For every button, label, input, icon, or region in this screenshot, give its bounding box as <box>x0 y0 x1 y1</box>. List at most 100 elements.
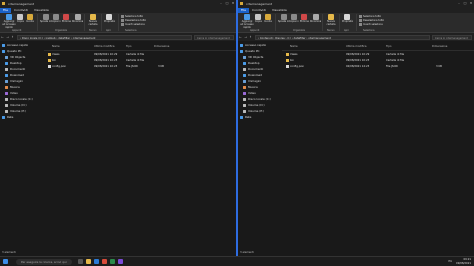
copy-button[interactable]: Copia <box>17 14 24 24</box>
file-list: Nome Ultima modifica Tipo Dimensione Vie… <box>282 42 474 250</box>
nav-item-label: Volume (D:) <box>10 103 27 107</box>
column-header-date[interactable]: Ultima modifica <box>94 45 114 48</box>
invert-selection-button[interactable]: Inverti selezione <box>121 23 145 26</box>
nav-item-label: Musica <box>10 85 20 89</box>
group-label-select: Seleziona <box>125 29 137 32</box>
file-icon <box>286 65 289 68</box>
explorer-window-right: cdwmanagement – □ ✕ File Condividi Visua… <box>238 0 474 256</box>
file-name: bin <box>290 59 295 62</box>
ribbon: Aggiungi ad Accesso rapido Copia Incolla… <box>0 13 236 33</box>
paste-button[interactable]: Incolla <box>264 14 272 24</box>
file-date: 09/08/2021 10:29 <box>346 53 370 56</box>
file-row[interactable]: Views 09/08/2021 10:29 Cartella di file <box>44 52 236 57</box>
paste-button[interactable]: Incolla <box>26 14 34 24</box>
app-icon[interactable] <box>102 259 107 264</box>
title-bar[interactable]: cdwmanagement – □ ✕ <box>0 0 236 7</box>
file-row[interactable]: bin 09/08/2021 10:23 Cartella di file <box>282 58 474 63</box>
address-bar[interactable]: › Contenuti › Risorse › C:\ › datafilter… <box>255 34 430 40</box>
nav-item-icon <box>5 67 8 71</box>
nav-item-label: Video <box>248 91 256 95</box>
file-row[interactable]: bin 09/08/2021 10:23 Cartella di file <box>44 58 236 63</box>
window-title: cdwmanagement <box>8 1 35 6</box>
nav-item-icon <box>5 61 8 65</box>
nav-item-label: Musica <box>248 85 258 89</box>
group-label-organize: Organizza <box>55 29 67 32</box>
file-icon <box>48 65 51 68</box>
select-none-button[interactable]: Deseleziona tutto <box>359 19 384 22</box>
app-icon[interactable] <box>110 259 115 264</box>
file-type: Cartella di file <box>126 53 145 56</box>
select-all-button[interactable]: Seleziona tutto <box>121 15 143 18</box>
nav-item-label: Disco locale (C:) <box>10 97 33 101</box>
nav-item-icon <box>243 109 246 113</box>
up-arrow-icon[interactable]: ↑ <box>10 35 15 39</box>
file-row[interactable]: config.json 09/08/2021 10:23 File JSON 3 KB <box>44 64 236 69</box>
pin-quick-access-button[interactable]: Aggiungi ad Accesso rapido <box>240 14 254 29</box>
close-button[interactable]: ✕ <box>468 0 474 7</box>
select-all-button[interactable]: Seleziona tutto <box>359 15 381 18</box>
move-to-button[interactable]: Sposta in <box>40 14 51 24</box>
app-icon[interactable] <box>118 259 123 264</box>
file-date: 02/08/2021 14:23 <box>346 65 370 68</box>
copy-to-button[interactable]: Copia in <box>51 14 61 24</box>
new-folder-button[interactable]: Nuova cartella <box>325 14 337 27</box>
new-folder-button[interactable]: Nuova cartella <box>87 14 99 27</box>
select-none-icon <box>121 19 124 22</box>
file-row[interactable]: Views 09/08/2021 10:29 Cartella di file <box>282 52 474 57</box>
file-explorer-icon[interactable] <box>86 259 91 264</box>
folder-icon <box>48 53 51 56</box>
delete-button[interactable]: Elimina <box>62 14 71 24</box>
copy-button[interactable]: Copia <box>255 14 262 24</box>
file-row[interactable]: config.json 02/08/2021 14:23 File JSON 3 KB <box>282 64 474 69</box>
invert-selection-button[interactable]: Inverti selezione <box>359 23 383 26</box>
file-name: Views <box>52 53 60 56</box>
title-bar[interactable]: cdwmanagement – □ ✕ <box>238 0 474 7</box>
column-header-size[interactable]: Dimensione <box>432 45 447 48</box>
nav-item-icon <box>243 73 246 77</box>
column-header-date[interactable]: Ultima modifica <box>346 45 366 48</box>
search-input[interactable]: Cerca in cdwmanagement <box>194 34 234 40</box>
address-bar[interactable]: › Disco locale (C:) › inetpub › datafilt… <box>17 34 192 40</box>
taskbar-search-input[interactable]: Per eseguire la ricerca, scrivi qui <box>16 259 72 265</box>
select-none-button[interactable]: Deseleziona tutto <box>121 19 146 22</box>
nav-item-label: Desktop <box>10 61 22 65</box>
column-header-type[interactable]: Tipo <box>386 45 391 48</box>
windows-start-icon[interactable] <box>3 259 8 264</box>
nav-item-label: 3D Objects <box>248 55 264 59</box>
rename-button[interactable]: Rinomina <box>310 14 321 24</box>
column-header-type[interactable]: Tipo <box>126 45 131 48</box>
file-date: 09/08/2021 10:23 <box>94 65 118 68</box>
column-header-name[interactable]: Nome <box>290 45 298 48</box>
properties-button[interactable]: Proprietà <box>342 14 353 24</box>
rename-button[interactable]: Rinomina <box>72 14 83 24</box>
nav-item-icon <box>243 79 246 83</box>
column-header-name[interactable]: Nome <box>52 45 60 48</box>
folder-icon <box>2 2 5 5</box>
nav-item-label: Questo PC <box>7 49 22 53</box>
task-view-icon[interactable] <box>78 259 83 264</box>
explorer-window-left: cdwmanagement – □ ✕ File Condividi Visua… <box>0 0 236 256</box>
nav-item-label: Volume (E:) <box>10 109 27 113</box>
file-type: Cartella di file <box>386 53 405 56</box>
nav-item-icon <box>5 97 8 101</box>
search-input[interactable]: Cerca in cdwmanagement <box>432 34 472 40</box>
copy-to-button[interactable]: Copia in <box>289 14 299 24</box>
properties-button[interactable]: Proprietà <box>104 14 115 24</box>
up-arrow-icon[interactable]: ↑ <box>248 35 253 39</box>
file-type: Cartella di file <box>386 59 405 62</box>
file-size: 3 KB <box>436 65 442 68</box>
ribbon: Aggiungi ad Accesso rapido Copia Incolla… <box>238 13 474 33</box>
move-to-button[interactable]: Sposta in <box>278 14 289 24</box>
nav-item[interactable]: Rete <box>238 114 281 120</box>
file-list: Nome Ultima modifica Tipo Dimensione Vie… <box>44 42 236 250</box>
language-indicator[interactable]: ITA <box>448 260 452 263</box>
nav-item-icon <box>5 55 8 59</box>
column-header-size[interactable]: Dimensione <box>154 45 169 48</box>
group-label-open: Apri <box>106 29 111 32</box>
nav-item-label: Volume (D:) <box>248 103 265 107</box>
nav-item[interactable]: Rete <box>0 114 43 120</box>
pin-quick-access-button[interactable]: Aggiungi ad Accesso rapido <box>2 14 16 29</box>
delete-button[interactable]: Elimina <box>300 14 309 24</box>
clock[interactable]: 09:21 09/08/2021 <box>456 258 471 265</box>
edge-browser-icon[interactable] <box>94 259 99 264</box>
